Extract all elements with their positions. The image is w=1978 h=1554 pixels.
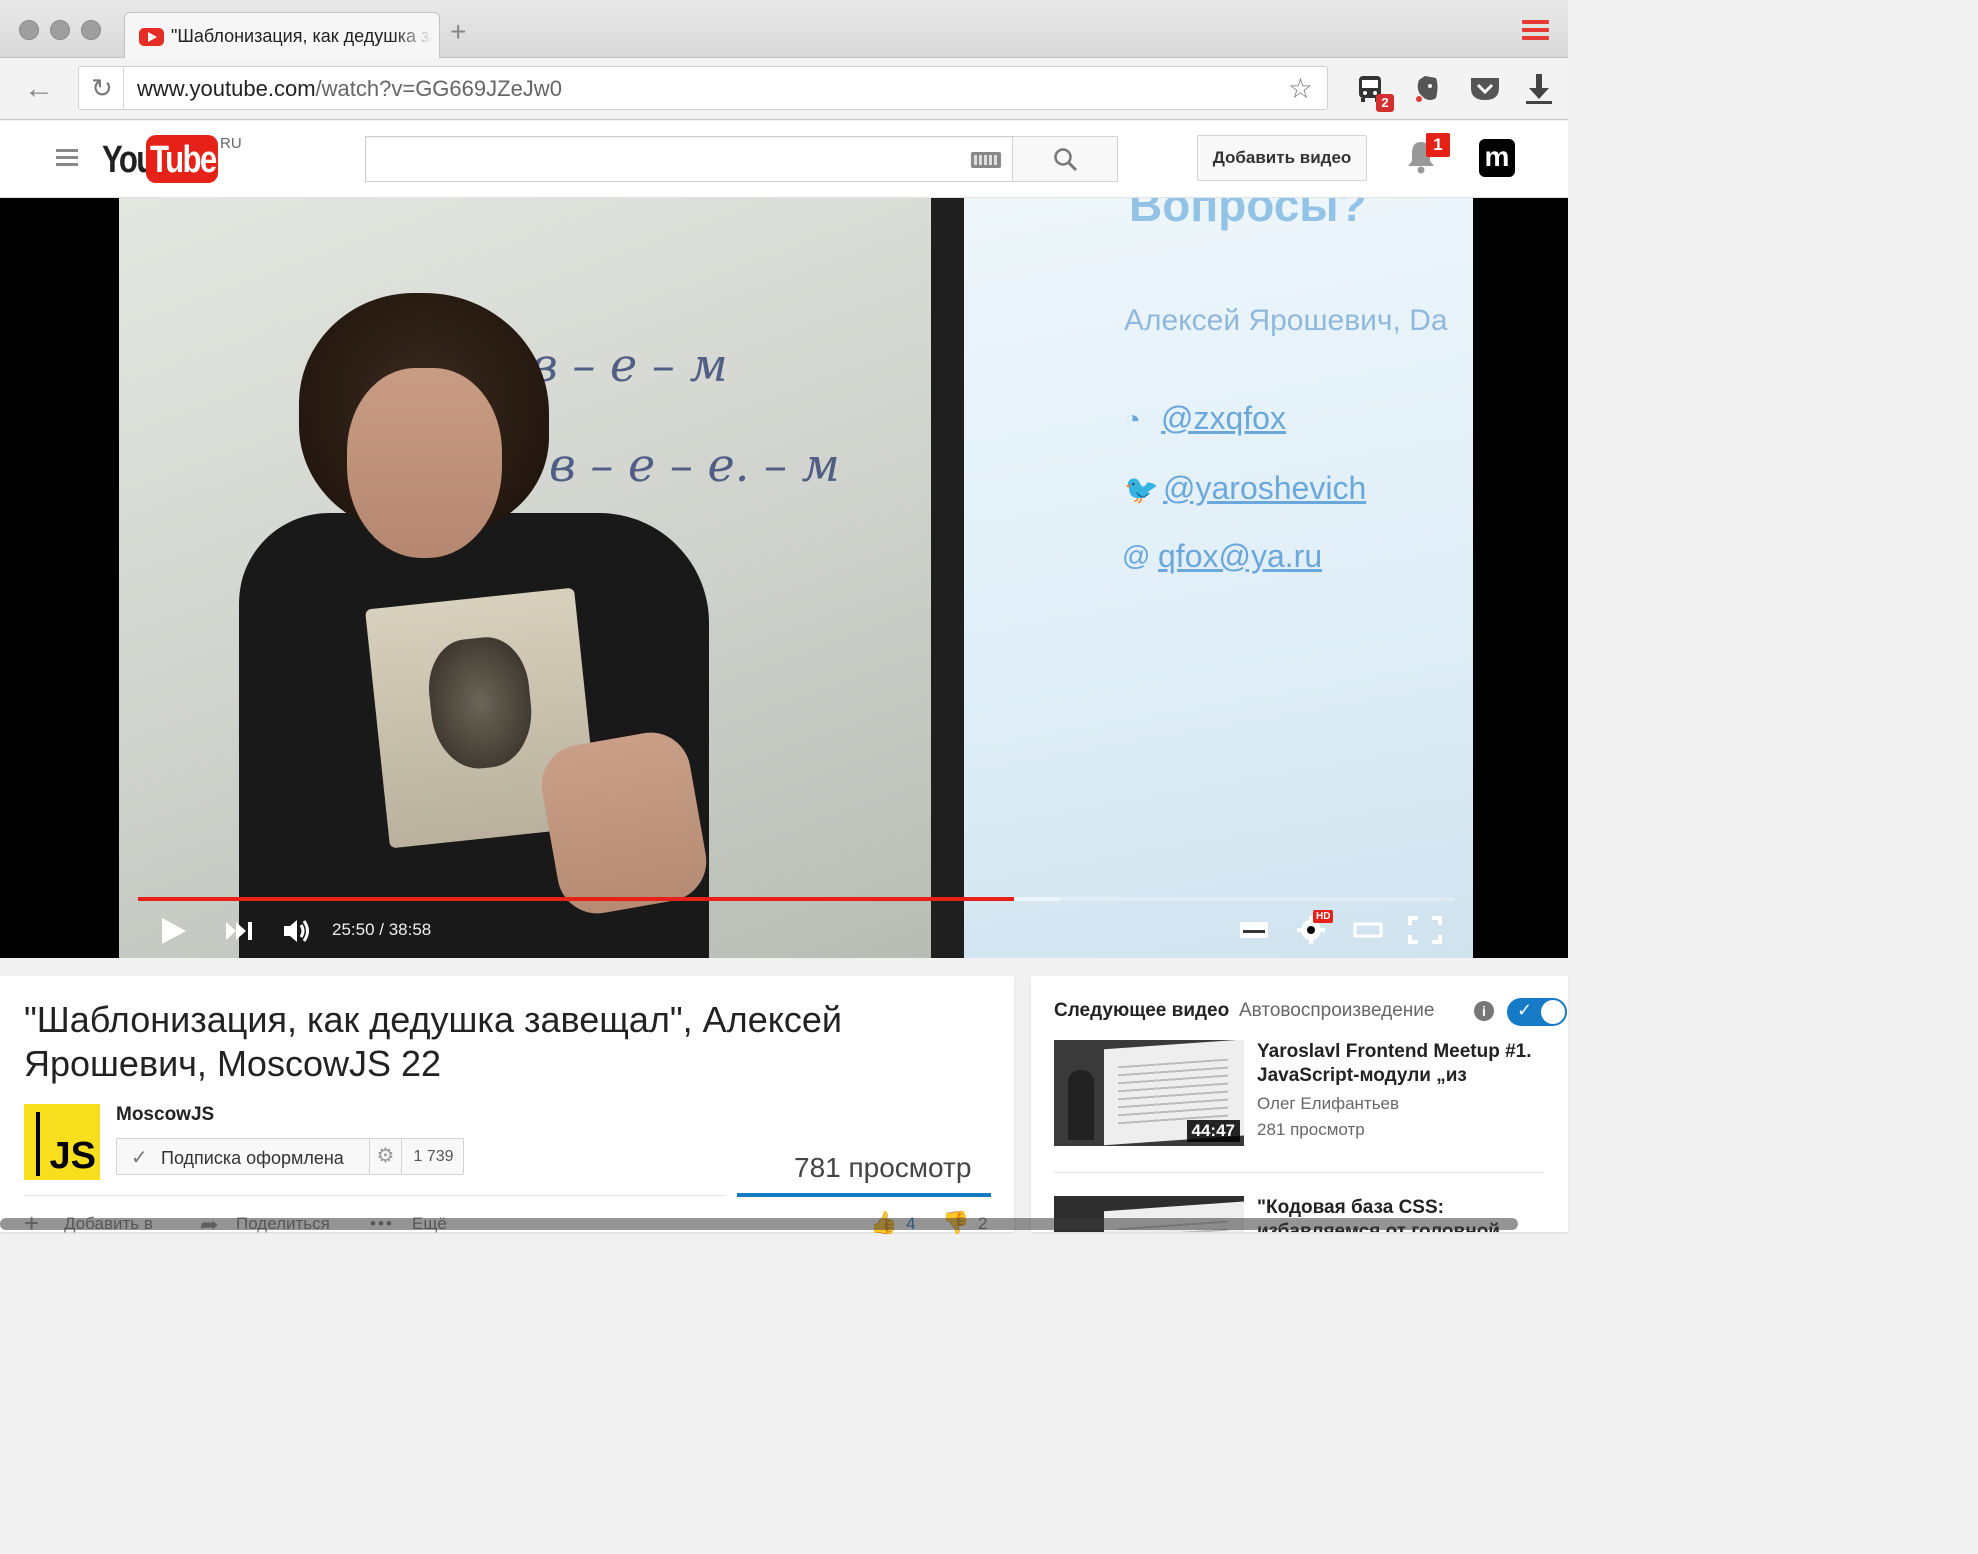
notifications-count-badge: 1 bbox=[1426, 133, 1450, 157]
youtube-header: You Tube RU Добавить видео 1 m bbox=[0, 121, 1568, 198]
guide-menu-icon[interactable] bbox=[56, 149, 78, 167]
reload-icon[interactable]: ↻ bbox=[91, 73, 113, 104]
browser-tab[interactable]: "Шаблонизация, как дедушка завещал", Але… bbox=[124, 12, 440, 59]
speaker-face bbox=[347, 368, 502, 558]
tower-icon bbox=[36, 1112, 40, 1176]
window-minimize-button[interactable] bbox=[50, 20, 70, 40]
search-icon bbox=[1054, 148, 1078, 172]
sentiment-bar bbox=[737, 1193, 991, 1197]
github-icon: ◔ bbox=[1124, 404, 1141, 435]
time-separator: / bbox=[374, 920, 389, 939]
window-zoom-button[interactable] bbox=[81, 20, 101, 40]
play-button[interactable] bbox=[162, 918, 186, 944]
related-video-item[interactable]: 44:47 Yaroslavl Frontend Meetup #1. Java… bbox=[1054, 1040, 1564, 1150]
video-thumbnail[interactable]: 44:47 bbox=[1054, 1040, 1244, 1146]
search-button[interactable] bbox=[1012, 136, 1118, 182]
next-video-button[interactable] bbox=[224, 920, 256, 942]
url-text[interactable]: www.youtube.com/watch?v=GG669JZeJw0 bbox=[137, 76, 562, 102]
volume-icon bbox=[284, 920, 309, 942]
upload-video-button[interactable]: Добавить видео bbox=[1197, 135, 1367, 181]
keyboard-icon[interactable] bbox=[971, 152, 1001, 168]
theater-mode-button[interactable] bbox=[1352, 916, 1384, 944]
speaker-arm bbox=[535, 726, 713, 920]
url-path: /watch?v=GG669JZeJw0 bbox=[315, 76, 562, 101]
video-player[interactable]: в – е – м в – е – е. – м Вопросы? Алексе… bbox=[0, 198, 1568, 958]
fullscreen-button[interactable] bbox=[1408, 916, 1442, 944]
subscribe-button[interactable]: ✓ Подписка оформлена ⚙ 1 739 bbox=[116, 1138, 464, 1175]
pocket-icon[interactable] bbox=[1468, 72, 1502, 106]
bookmark-star-icon[interactable]: ☆ bbox=[1288, 72, 1313, 105]
address-separator bbox=[123, 67, 124, 109]
account-avatar[interactable]: m bbox=[1479, 139, 1515, 177]
subscriber-count: 1 739 bbox=[401, 1139, 465, 1174]
subscribe-label: Подписка оформлена bbox=[161, 1148, 344, 1168]
slide-speaker-name: Алексей Ярошевич, Da bbox=[1124, 304, 1448, 337]
autoplay-toggle[interactable]: ✓ bbox=[1507, 998, 1567, 1026]
evernote-icon[interactable] bbox=[1410, 72, 1444, 106]
subtitles-icon bbox=[1240, 922, 1268, 938]
pillar bbox=[931, 198, 964, 958]
info-icon[interactable]: i bbox=[1474, 1001, 1494, 1021]
slide-twitter: @yaroshevich bbox=[1163, 470, 1367, 506]
browser-tab-bar: "Шаблонизация, как дедушка завещал", Але… bbox=[0, 0, 1568, 59]
logo-tube-text: Tube bbox=[150, 139, 217, 181]
hd-badge: HD bbox=[1313, 910, 1334, 923]
channel-name-link[interactable]: MoscowJS bbox=[116, 1104, 214, 1126]
view-count: 781 просмотр bbox=[794, 1152, 972, 1183]
related-video-views: 281 просмотр bbox=[1257, 1120, 1365, 1139]
fullscreen-icon bbox=[1408, 916, 1442, 944]
new-tab-button[interactable]: + bbox=[450, 18, 466, 46]
youtube-favicon-icon bbox=[139, 28, 164, 46]
download-icon[interactable] bbox=[1522, 72, 1556, 106]
video-info-card: "Шаблонизация, как дедушка завещал", Але… bbox=[0, 976, 1014, 1238]
time-total: 38:58 bbox=[388, 920, 432, 939]
bus-badge: 2 bbox=[1376, 94, 1394, 112]
back-arrow-icon[interactable]: ← bbox=[24, 74, 54, 104]
time-current: 25:50 bbox=[332, 920, 375, 939]
browser-menu-icon[interactable] bbox=[1522, 20, 1549, 40]
board-writing-1: в – е – м bbox=[531, 338, 728, 392]
window-close-button[interactable] bbox=[19, 20, 39, 40]
progress-played bbox=[138, 897, 1015, 901]
subtitles-button[interactable] bbox=[1238, 916, 1270, 944]
video-title: "Шаблонизация, как дедушка завещал", Але… bbox=[24, 999, 842, 1084]
at-icon: @ bbox=[1122, 540, 1151, 571]
url-host: www.youtube.com bbox=[137, 76, 316, 101]
next-icon bbox=[226, 922, 252, 940]
divider bbox=[24, 1195, 724, 1196]
thumbnail-speaker bbox=[1068, 1070, 1094, 1140]
slide-title: Вопросы? bbox=[1129, 198, 1367, 231]
video-frame[interactable]: в – е – м в – е – е. – м Вопросы? Алексе… bbox=[119, 198, 1473, 958]
divider bbox=[1054, 1172, 1544, 1173]
time-display: 25:50 / 38:58 bbox=[332, 920, 431, 940]
bus-icon[interactable]: 2 bbox=[1354, 72, 1394, 112]
channel-avatar[interactable]: JS bbox=[24, 1104, 100, 1180]
tab-title: "Шаблонизация, как дедушка завещал", Але… bbox=[171, 26, 433, 46]
projected-slide: Вопросы? Алексей Ярошевич, Da ◔ @zxqfox … bbox=[964, 198, 1473, 958]
check-icon: ✓ bbox=[131, 1147, 148, 1169]
video-duration: 44:47 bbox=[1186, 1120, 1240, 1142]
address-bar[interactable]: ↻ www.youtube.com/watch?v=GG669JZeJw0 ☆ bbox=[78, 66, 1328, 110]
slide-email: qfox@ya.ru bbox=[1158, 538, 1323, 574]
check-icon: ✓ bbox=[1517, 1000, 1533, 1020]
progress-bar[interactable] bbox=[138, 897, 1454, 901]
sentiment-like-fill bbox=[737, 1193, 991, 1197]
logo-region: RU bbox=[220, 135, 242, 152]
autoplay-label: Автовоспроизведение bbox=[1239, 1000, 1435, 1021]
up-next-label: Следующее видео bbox=[1054, 1000, 1230, 1021]
volume-button[interactable] bbox=[282, 917, 312, 945]
related-video-author: Олег Елифантьев bbox=[1257, 1094, 1400, 1113]
twitter-icon: 🐦 bbox=[1124, 474, 1159, 505]
board-writing-2: в – е – е. – м bbox=[549, 438, 840, 492]
theater-mode-icon bbox=[1353, 922, 1383, 938]
horizontal-scrollbar[interactable] bbox=[0, 1218, 1518, 1230]
browser-toolbar: ← ↻ www.youtube.com/watch?v=GG669JZeJw0 … bbox=[0, 58, 1568, 120]
slide-github: @zxqfox bbox=[1161, 400, 1286, 436]
channel-avatar-text: JS bbox=[49, 1135, 96, 1177]
related-video-title[interactable]: Yaroslavl Frontend Meetup #1. JavaScript… bbox=[1257, 1040, 1557, 1090]
subscription-settings-icon[interactable]: ⚙ bbox=[369, 1139, 401, 1174]
related-sidebar: Следующее видео Автовоспроизведение i ✓ … bbox=[1031, 976, 1568, 1232]
search-input[interactable] bbox=[365, 136, 1013, 182]
